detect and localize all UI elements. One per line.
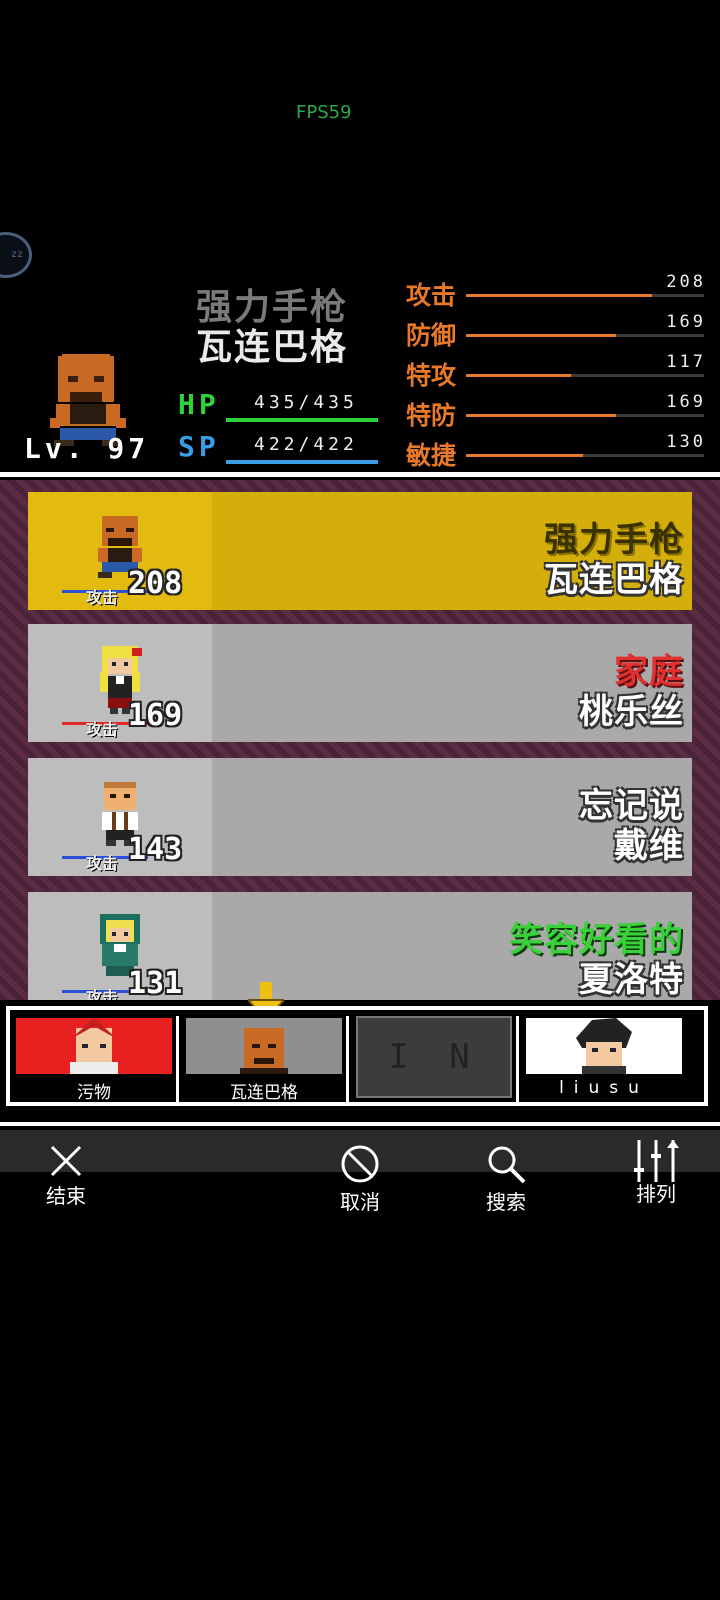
header-divider [0,472,720,477]
stat-bar-fill [466,374,571,377]
hp-bar [226,418,378,422]
cancel-button[interactable]: 取消 [320,1144,400,1215]
character-name: 瓦连巴格 [544,560,684,600]
character-name: 夏洛特 [579,960,684,1000]
party-slot-1[interactable]: 瓦连巴格 [182,1016,349,1103]
stat-label-agility: 敏捷 [406,441,457,470]
party-slot-empty: I N [356,1016,512,1098]
party-slot-portrait [186,1018,342,1074]
attack-label: 攻击 [86,588,119,607]
card-sprite-area: 攻击 169 [28,624,212,742]
stat-value-attack: 208 [666,272,706,292]
stat-value-agility: 130 [666,432,706,452]
party-slot-0[interactable]: 污物 [12,1016,179,1103]
cancel-icon [341,1145,379,1183]
stat-value-sp-defense: 169 [666,392,706,412]
party-slot-name: 瓦连巴格 [230,1083,298,1103]
card-sprite-area: 攻击 208 [28,492,212,610]
attack-label: 攻击 [86,720,119,739]
attack-label: 攻击 [86,988,119,1000]
party-slot-portrait [526,1018,682,1074]
character-name: 戴维 [614,826,684,866]
card-name-area: 家庭 桃乐丝 [212,624,692,742]
party-divider [0,1122,720,1126]
character-card-1[interactable]: 攻击 169 家庭 桃乐丝 [28,624,692,742]
stat-value-sp-attack: 117 [666,352,706,372]
search-label: 搜索 [486,1190,526,1214]
stat-label-attack: 攻击 [406,281,457,310]
attack-label: 攻击 [86,854,119,873]
character-name: 桃乐丝 [579,692,684,732]
sp-value: 422/422 [254,434,358,455]
party-portrait-sprite [70,1018,118,1074]
attack-value: 208 [128,566,183,601]
cancel-label: 取消 [340,1190,380,1214]
card-name-area: 强力手枪 瓦连巴格 [212,492,692,610]
stat-bar-fill [466,294,652,297]
party-slot-2[interactable]: I N [352,1016,519,1102]
party-slot-portrait [16,1018,172,1074]
character-card-0[interactable]: 攻击 208 强力手枪 瓦连巴格 [28,492,692,610]
hp-bar-fill [226,418,378,422]
sort-label: 排列 [636,1182,676,1206]
stat-bar-fill [466,414,616,417]
sp-label: SP [178,430,220,463]
stat-bar-agility [466,454,704,457]
sp-bar-fill [226,460,378,464]
stat-bar-sp-attack [466,374,704,377]
stat-label-sp-attack: 特攻 [406,361,457,390]
character-card-3[interactable]: 攻击 131 笑容好看的 夏洛特 [28,892,692,1000]
sort-button[interactable]: 排列 [616,1138,696,1207]
party-slot-3[interactable]: liusu [522,1016,686,1102]
party-portrait-sprite [240,1028,288,1074]
character-list[interactable]: 攻击 208 强力手枪 瓦连巴格 攻击 169 家庭 桃乐丝 攻击 143 忘记… [0,480,720,1000]
hero-title-line2: 瓦连巴格 [196,327,349,368]
party-bar: 污物 瓦连巴格 I N liusu [6,1006,708,1106]
card-name-area: 笑容好看的 夏洛特 [212,892,692,1000]
card-sprite-area: 攻击 143 [28,758,212,876]
stat-label-defense: 防御 [406,321,457,350]
stat-bar-fill [466,454,583,457]
sp-bar [226,460,378,464]
attack-value: 131 [128,966,183,1000]
card-name-area: 忘记说 戴维 [212,758,692,876]
empty-slot-label: I N [388,1037,480,1077]
floating-button[interactable]: zz [0,232,32,278]
party-slot-name: liusu [559,1078,649,1098]
stat-bar-defense [466,334,704,337]
close-button[interactable]: 结束 [26,1144,106,1209]
attack-value: 143 [128,832,183,867]
card-sprite-area: 攻击 131 [28,892,212,1000]
close-label: 结束 [46,1184,86,1208]
character-card-2[interactable]: 攻击 143 忘记说 戴维 [28,758,692,876]
stat-bar-fill [466,334,616,337]
search-icon [488,1146,526,1184]
close-icon [50,1145,82,1177]
party-portrait-sprite [576,1018,632,1074]
party-slot-name: 污物 [77,1083,111,1103]
search-button[interactable]: 搜索 [466,1144,546,1215]
attack-value: 169 [128,698,183,733]
hero-level: Lv. 97 [24,432,150,465]
fps-counter: FPS59 [296,102,352,123]
stat-label-sp-defense: 特防 [406,401,457,430]
stat-bar-attack [466,294,704,297]
hp-label: HP [178,388,220,421]
stat-value-defense: 169 [666,312,706,332]
stat-bar-sp-defense [466,414,704,417]
hp-value: 435/435 [254,392,358,413]
